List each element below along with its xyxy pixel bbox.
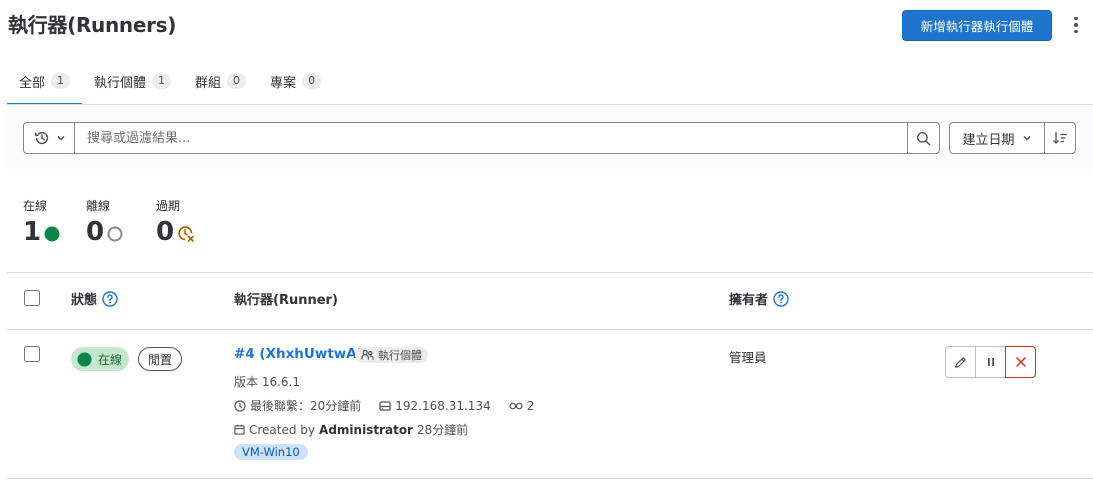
edit-button[interactable] [945,346,976,378]
search-icon [916,131,931,145]
tab-project[interactable]: 專案 0 [258,58,333,104]
column-header-owner: 擁有者 [729,289,789,308]
help-icon[interactable] [102,290,118,307]
new-instance-runner-button[interactable]: 新增執行器執行個體 [902,10,1052,41]
tab-group-count: 0 [227,73,247,89]
row-checkbox[interactable] [24,346,40,362]
last-contact: 最後聯繫：20分鐘前 [250,399,362,413]
table-header-divider [7,329,1093,330]
pencil-icon [955,356,966,368]
column-header-status-label: 狀態 [71,293,98,308]
owner-name: 管理員 [729,350,767,365]
offline-status-icon [107,226,123,241]
row-actions [945,346,1036,378]
stale-clock-icon [178,226,194,242]
stat-offline: 離線 0 [86,197,123,247]
table-top-divider [7,272,1093,273]
stat-offline-value: 0 [86,217,105,247]
stat-stale-value: 0 [156,217,175,247]
sort-descending-icon [1053,131,1068,144]
ip-address: 192.168.31.134 [395,398,491,413]
tab-group-label: 群組 [195,75,222,91]
pause-icon [987,358,994,366]
page-title: 執行器(Runners) [8,13,177,37]
status-online-label: 在線 [98,352,123,367]
users-icon [361,349,374,360]
runner-version: 版本 16.6.1 [234,375,300,389]
tab-all[interactable]: 全部 1 [7,58,83,105]
search-button[interactable] [907,122,940,154]
table-bottom-divider [7,478,1093,479]
runner-type-tabs: 全部 1 執行個體 1 群組 0 專案 0 [7,58,333,105]
column-header-owner-label: 擁有者 [729,293,769,308]
tab-project-label: 專案 [270,75,297,91]
status-badge-online: 在線 [71,347,130,371]
select-all-checkbox[interactable] [24,290,40,306]
stat-stale: 過期 0 [156,197,195,247]
runner-type-badge: 執行個體 [355,347,428,363]
stat-online: 在線 1 [23,197,60,247]
runner-link[interactable]: #4 (XhxhUwtwA) [234,346,363,362]
tab-all-count: 1 [51,73,71,89]
created-prefix: Created by [249,422,316,437]
search-input[interactable] [74,122,908,154]
pipeline-jobs-icon [509,402,523,409]
sort-direction-button[interactable] [1044,122,1076,154]
stat-online-label: 在線 [23,199,48,213]
sort-dropdown[interactable]: 建立日期 [949,122,1045,154]
online-status-icon [44,226,60,241]
tabs-divider [7,104,1093,105]
status-badge-idle: 閒置 [138,347,183,371]
runner-details: 最後聯繫：20分鐘前 192.168.31.134 2 [234,397,534,414]
stat-offline-label: 離線 [86,199,111,213]
sort-label: 建立日期 [962,132,1015,148]
more-actions-icon[interactable] [1066,14,1086,36]
ip-address-icon [379,400,391,411]
chevron-down-icon [1022,135,1031,141]
chevron-down-icon [56,135,65,141]
job-count: 2 [526,398,535,413]
column-header-runner: 執行器(Runner) [234,289,338,308]
runner-tag[interactable]: VM-Win10 [234,444,308,460]
tab-instance-label: 執行個體 [94,75,147,91]
created-by-user[interactable]: Administrator [319,423,413,437]
close-icon [1015,357,1026,367]
tab-group[interactable]: 群組 0 [183,58,258,104]
help-icon[interactable] [773,290,789,307]
stat-online-value: 1 [23,217,42,247]
search-history-button[interactable] [23,122,75,154]
calendar-icon [234,424,245,435]
runner-type-label: 執行個體 [378,349,422,362]
stat-stale-label: 過期 [156,199,181,213]
delete-button[interactable] [1005,346,1036,378]
history-icon [34,131,48,145]
tab-instance-count: 1 [152,73,172,89]
column-header-status: 狀態 [71,289,118,308]
clock-icon [234,399,246,412]
tab-instance[interactable]: 執行個體 1 [82,58,183,104]
tab-all-label: 全部 [19,75,46,91]
pause-button[interactable] [975,346,1006,378]
runner-created: Created by Administrator 28分鐘前 [234,421,468,438]
online-status-icon [77,351,92,367]
column-header-runner-label: 執行器(Runner) [234,293,338,308]
tab-project-count: 0 [302,73,322,89]
created-time: 28分鐘前 [416,423,469,437]
filter-bar: 建立日期 [7,106,1093,169]
